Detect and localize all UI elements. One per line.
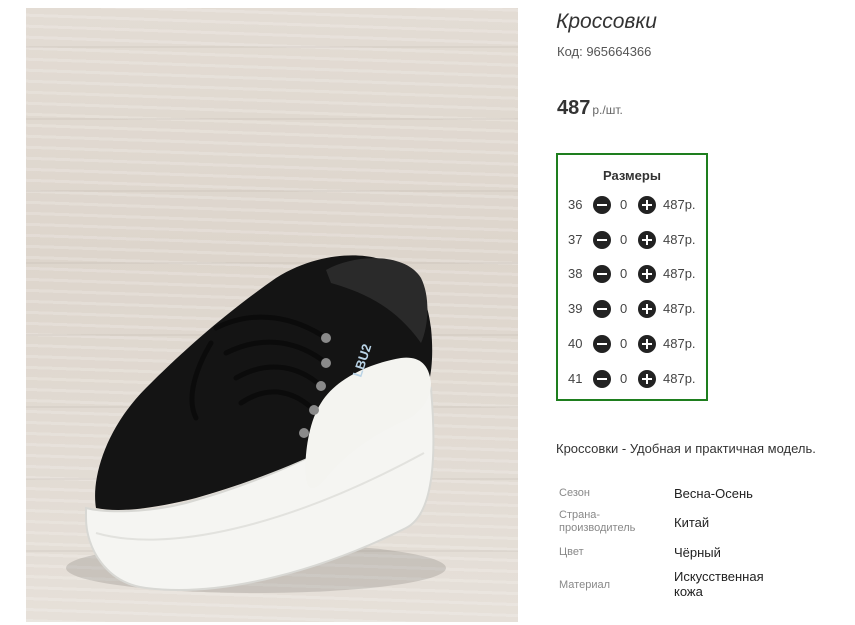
- plus-icon[interactable]: [638, 335, 656, 353]
- size-qty: 0: [620, 197, 628, 212]
- minus-icon[interactable]: [593, 231, 611, 249]
- size-row: 39 0 487р.: [558, 299, 706, 319]
- property-key: Цвет: [559, 546, 584, 558]
- size-price: 487р.: [663, 301, 696, 316]
- size-row: 38 0 487р.: [558, 264, 706, 284]
- property-value: Весна-Осень: [674, 486, 753, 501]
- plus-icon[interactable]: [638, 300, 656, 318]
- size-price: 487р.: [663, 266, 696, 281]
- sizes-title: Размеры: [603, 168, 661, 183]
- property-key: Сезон: [559, 487, 590, 499]
- size-qty: 0: [620, 336, 628, 351]
- size-qty: 0: [620, 371, 628, 386]
- sneaker-image: LBU2: [66, 255, 446, 593]
- minus-icon[interactable]: [593, 335, 611, 353]
- size-label: 40: [568, 336, 583, 351]
- size-qty: 0: [620, 266, 628, 281]
- size-row: 37 0 487р.: [558, 230, 706, 250]
- size-label: 37: [568, 232, 583, 247]
- size-qty: 0: [620, 301, 628, 316]
- size-label: 39: [568, 301, 583, 316]
- size-row: 36 0 487р.: [558, 195, 706, 215]
- size-label: 38: [568, 266, 583, 281]
- minus-icon[interactable]: [593, 265, 611, 283]
- minus-icon[interactable]: [593, 370, 611, 388]
- product-code: Код: 965664366: [557, 44, 652, 59]
- product-title: Кроссовки: [556, 10, 657, 33]
- size-price: 487р.: [663, 371, 696, 386]
- price-unit: р./шт.: [592, 103, 623, 117]
- property-key: Страна-производитель: [559, 509, 636, 534]
- product-photo: LBU2: [26, 8, 518, 622]
- size-label: 36: [568, 197, 583, 212]
- size-label: 41: [568, 371, 583, 386]
- property-value: Искусственная кожа: [674, 569, 764, 599]
- size-row: 40 0 487р.: [558, 334, 706, 354]
- property-value: Китай: [674, 515, 710, 530]
- size-price: 487р.: [663, 336, 696, 351]
- minus-icon[interactable]: [593, 300, 611, 318]
- product-description: Кроссовки - Удобная и практичная модель.: [556, 441, 816, 456]
- plus-icon[interactable]: [638, 196, 656, 214]
- size-price: 487р.: [663, 197, 696, 212]
- size-price: 487р.: [663, 232, 696, 247]
- sizes-panel: Размеры 36 0 487р. 37 0 487р. 38 0 487р.…: [556, 153, 708, 401]
- property-key: Материал: [559, 579, 610, 591]
- product-price: 487 р./шт.: [557, 97, 623, 120]
- price-value: 487: [557, 97, 591, 119]
- minus-icon[interactable]: [593, 196, 611, 214]
- size-qty: 0: [620, 232, 628, 247]
- plus-icon[interactable]: [638, 370, 656, 388]
- plus-icon[interactable]: [638, 231, 656, 249]
- plus-icon[interactable]: [638, 265, 656, 283]
- property-value: Чёрный: [674, 545, 721, 560]
- size-row: 41 0 487р.: [558, 369, 706, 389]
